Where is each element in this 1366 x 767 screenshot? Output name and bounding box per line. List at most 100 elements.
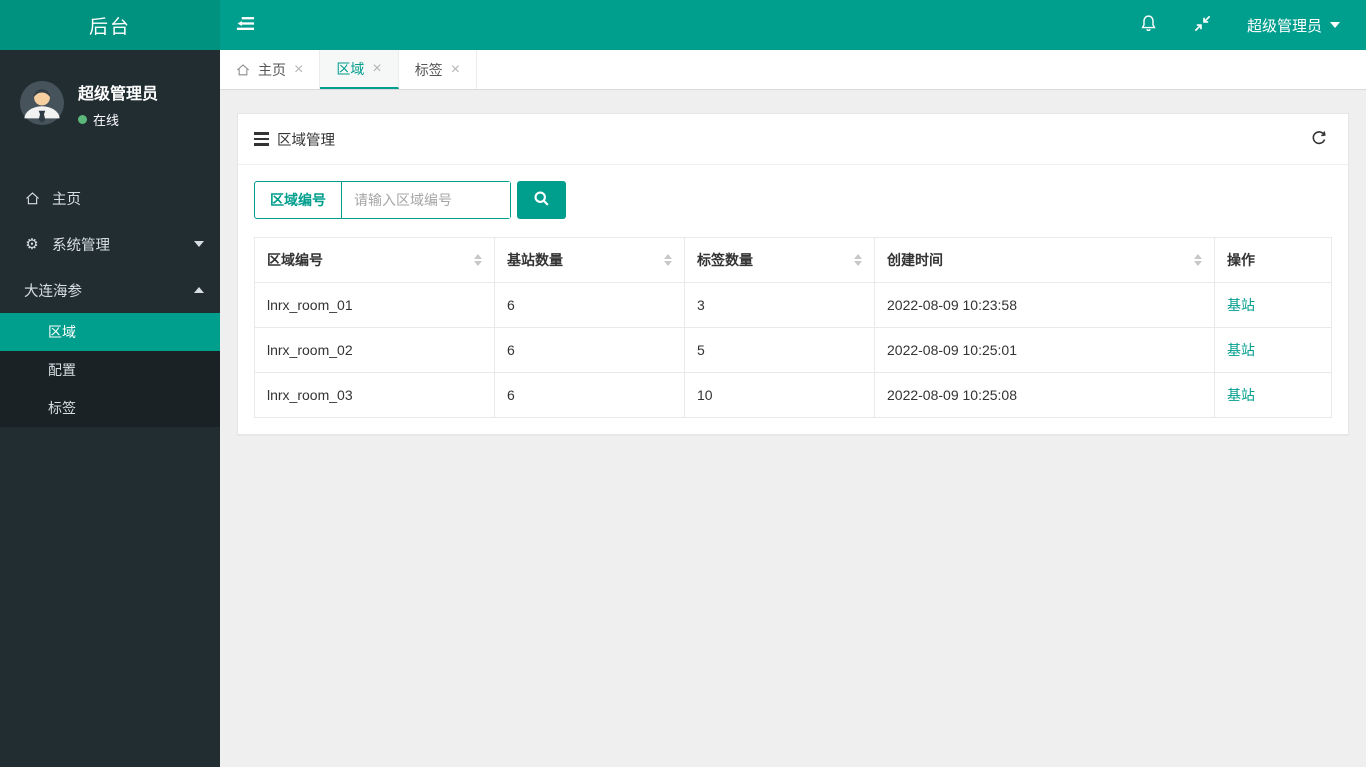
cell-area-code: lnrx_room_02 [254, 327, 495, 373]
navbar-right: 超级管理员 [1139, 15, 1366, 36]
gear-icon: ⚙ [25, 236, 39, 253]
sidebar-toggle-button[interactable] [220, 0, 270, 50]
sidebar-submenu: 区域 配置 标签 [0, 313, 220, 427]
cell-tag-count: 10 [684, 372, 875, 418]
close-icon[interactable]: × [294, 61, 303, 79]
sort-icon[interactable] [474, 254, 482, 266]
panel-title-wrap: 区域管理 [254, 129, 335, 150]
refresh-button[interactable] [1306, 126, 1332, 152]
cell-created-time: 2022-08-09 10:25:08 [874, 372, 1215, 418]
content: 区域管理 区域编号 请输入区域编号 区域编号 基站数量 标签数量 创建时间 操作… [220, 90, 1366, 767]
sidebar-user-texts: 超级管理员 在线 [78, 80, 158, 129]
sidebar: 超级管理员 在线 主页 ⚙ 系统管理 大连海参 区域 配置 标签 [0, 50, 220, 767]
tab-tag[interactable]: 标签 × [399, 50, 478, 89]
sidebar-user-status: 在线 [78, 110, 158, 129]
panel-title: 区域管理 [277, 132, 335, 149]
cell-created-time: 2022-08-09 10:25:01 [874, 327, 1215, 373]
sidebar-user-name: 超级管理员 [78, 86, 159, 103]
column-header-label: 基站数量 [507, 252, 563, 268]
column-header-created-time[interactable]: 创建时间 [874, 237, 1215, 283]
home-icon [236, 63, 250, 77]
tab-label: 区域 [336, 60, 365, 77]
avatar [20, 81, 64, 128]
search-field-label: 区域编号 [255, 182, 342, 218]
main-area: 主页 × 区域 × 标签 × 区域管理 区域编号 请输入区域编号 区域编号 基站… [220, 50, 1366, 767]
menu-fold-icon [236, 14, 255, 36]
cell-created-time: 2022-08-09 10:23:58 [874, 282, 1215, 328]
notifications-button[interactable] [1139, 15, 1159, 35]
sidebar-item-system-management[interactable]: ⚙ 系统管理 [0, 221, 220, 267]
user-dropdown[interactable]: 超级管理员 [1247, 15, 1340, 36]
cell-tag-count: 3 [684, 282, 875, 328]
search-button[interactable] [517, 181, 566, 219]
fullscreen-toggle-button[interactable] [1193, 15, 1213, 35]
area-code-input[interactable] [342, 182, 510, 218]
sidebar-subitem-area[interactable]: 区域 [0, 313, 220, 351]
column-header-actions: 操作 [1214, 237, 1332, 283]
sort-icon[interactable] [664, 254, 672, 266]
sidebar-subitem-label: 配置 [48, 362, 76, 378]
cell-area-code: lnrx_room_01 [254, 282, 495, 328]
search-row: 区域编号 [254, 181, 1332, 219]
base-station-link[interactable]: 基站 [1227, 297, 1255, 313]
sidebar-subitem-config[interactable]: 配置 [0, 351, 220, 389]
base-station-link[interactable]: 基站 [1227, 387, 1255, 403]
area-management-panel: 区域管理 区域编号 请输入区域编号 区域编号 基站数量 标签数量 创建时间 操作… [237, 113, 1349, 435]
chevron-down-icon [1330, 22, 1340, 28]
table-row: lnrx_room_03 6 10 2022-08-09 10:25:08 基站 [254, 372, 1332, 418]
sidebar-item-label: 系统管理 [52, 237, 110, 254]
search-input-group: 区域编号 [254, 181, 511, 219]
cell-station-count: 6 [494, 372, 685, 418]
top-bar: 后台 超级管理员 [0, 0, 1366, 50]
sort-icon[interactable] [1194, 254, 1202, 266]
bell-icon [1139, 14, 1158, 36]
tab-home[interactable]: 主页 × [220, 50, 321, 89]
panel-header: 区域管理 [238, 114, 1348, 165]
column-header-tag-count[interactable]: 标签数量 [684, 237, 875, 283]
compress-icon [1193, 14, 1212, 36]
cell-tag-count: 5 [684, 327, 875, 373]
brand-logo: 后台 [0, 0, 220, 50]
navbar: 超级管理员 [220, 0, 1366, 50]
sidebar-subitem-tag[interactable]: 标签 [0, 389, 220, 427]
tab-bar: 主页 × 区域 × 标签 × [220, 50, 1366, 90]
chevron-up-icon [194, 287, 204, 293]
cell-actions: 基站 [1214, 372, 1332, 418]
sidebar-menu: 主页 ⚙ 系统管理 大连海参 区域 配置 标签 [0, 175, 220, 427]
online-dot-icon [78, 115, 87, 124]
table-row: lnrx_room_02 6 5 2022-08-09 10:25:01 基站 [254, 327, 1332, 373]
sidebar-subitem-label: 区域 [48, 324, 76, 340]
column-header-area-code[interactable]: 区域编号 [254, 237, 495, 283]
close-icon[interactable]: × [451, 61, 460, 79]
sidebar-user-panel: 超级管理员 在线 [0, 50, 220, 157]
cell-area-code: lnrx_room_03 [254, 372, 495, 418]
sort-icon[interactable] [854, 254, 862, 266]
refresh-icon [1310, 129, 1328, 150]
sidebar-item-dalian-haishen[interactable]: 大连海参 [0, 267, 220, 313]
list-bars-icon [254, 132, 269, 146]
online-status-label: 在线 [93, 113, 120, 128]
column-header-label: 标签数量 [697, 252, 753, 268]
tab-area[interactable]: 区域 × [320, 50, 399, 89]
column-header-label: 创建时间 [887, 252, 943, 268]
search-icon [533, 190, 550, 210]
cell-actions: 基站 [1214, 327, 1332, 373]
sidebar-item-home[interactable]: 主页 [0, 175, 220, 221]
table-header-row: 区域编号 基站数量 标签数量 创建时间 操作 [254, 237, 1332, 283]
cell-station-count: 6 [494, 282, 685, 328]
sidebar-subitem-label: 标签 [48, 400, 76, 416]
column-header-station-count[interactable]: 基站数量 [494, 237, 685, 283]
tab-label: 标签 [414, 61, 443, 78]
column-header-label: 区域编号 [267, 252, 323, 268]
panel-body: 区域编号 请输入区域编号 区域编号 基站数量 标签数量 创建时间 操作 lnrx… [238, 165, 1348, 434]
column-header-label: 操作 [1227, 252, 1255, 268]
chevron-down-icon [194, 241, 204, 247]
sidebar-item-label: 大连海参 [24, 283, 82, 300]
sidebar-item-label: 主页 [52, 191, 81, 208]
close-icon[interactable]: × [372, 60, 381, 78]
area-table: 区域编号 基站数量 标签数量 创建时间 操作 lnrx_room_01 6 3 … [254, 237, 1332, 418]
tab-label: 主页 [258, 61, 286, 78]
cell-actions: 基站 [1214, 282, 1332, 328]
table-row: lnrx_room_01 6 3 2022-08-09 10:23:58 基站 [254, 282, 1332, 328]
base-station-link[interactable]: 基站 [1227, 342, 1255, 358]
